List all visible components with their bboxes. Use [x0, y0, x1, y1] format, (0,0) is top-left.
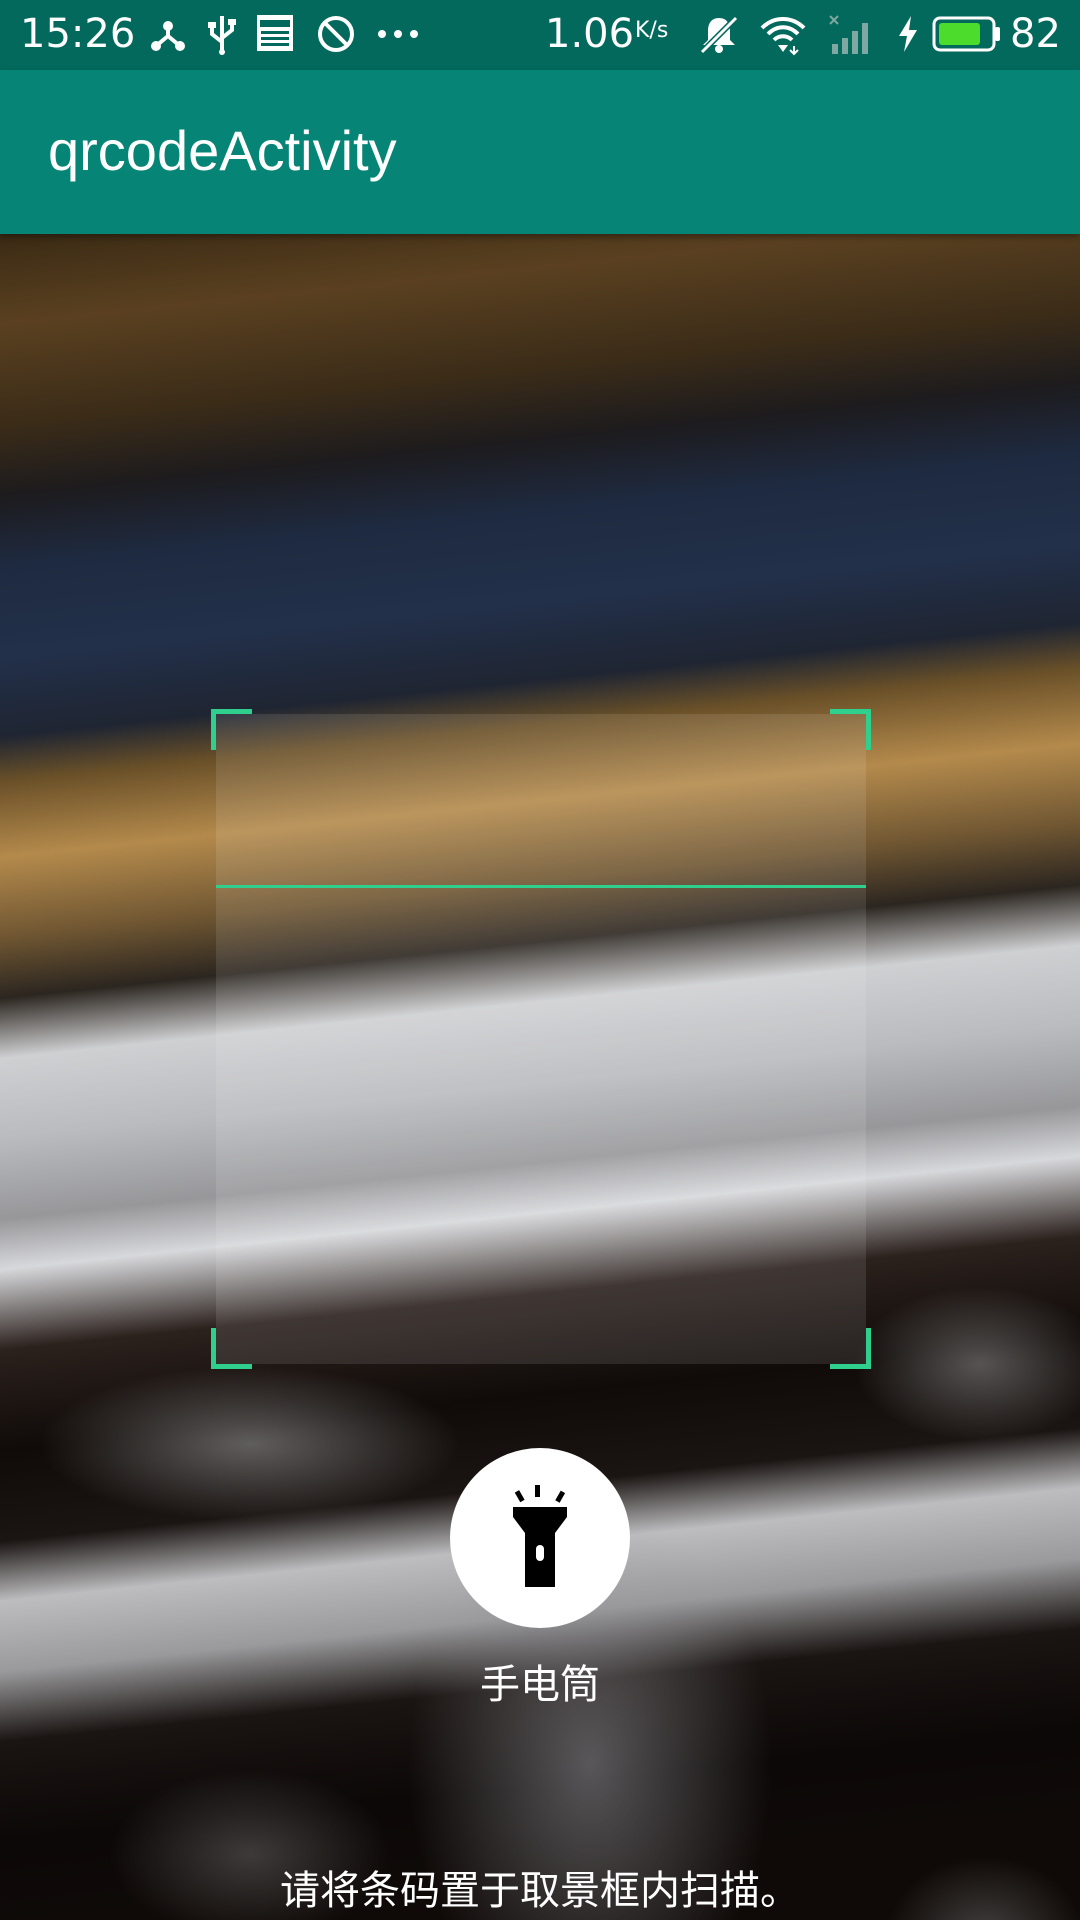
status-time: 15:26 [20, 11, 136, 57]
page-title: qrcodeActivity [48, 119, 397, 182]
scan-hint: 请将条码置于取景框内扫描。 [280, 1868, 800, 1914]
app-bar: qrcodeActivity [0, 70, 1080, 234]
battery-icon [932, 16, 1000, 52]
usb-tether-icon [151, 21, 185, 51]
scan-frame [211, 709, 871, 1369]
usb-icon [208, 16, 236, 55]
battery-percent: 82 [1010, 11, 1061, 57]
charging-icon [899, 16, 917, 52]
scan-frame-corner-bottom-left [211, 1328, 252, 1369]
news-icon [257, 15, 293, 51]
dnd-icon [318, 16, 354, 52]
wifi-icon [760, 17, 806, 56]
status-bar: 15:26 1.06 K/s 82 [0, 0, 1080, 70]
scan-line [216, 885, 866, 888]
mute-icon [699, 15, 739, 55]
signal-no-sim-icon [829, 15, 868, 54]
scan-frame-corner-top-left [211, 709, 252, 750]
scan-frame-corner-bottom-right [830, 1328, 871, 1369]
flashlight-button[interactable] [450, 1448, 630, 1628]
network-speed-unit: K/s [635, 18, 669, 43]
flashlight-icon [513, 1485, 567, 1587]
scan-frame-corner-top-right [830, 709, 871, 750]
flashlight-label: 手电筒 [480, 1662, 600, 1708]
more-dots-icon [378, 30, 418, 38]
network-speed: 1.06 [545, 11, 635, 57]
